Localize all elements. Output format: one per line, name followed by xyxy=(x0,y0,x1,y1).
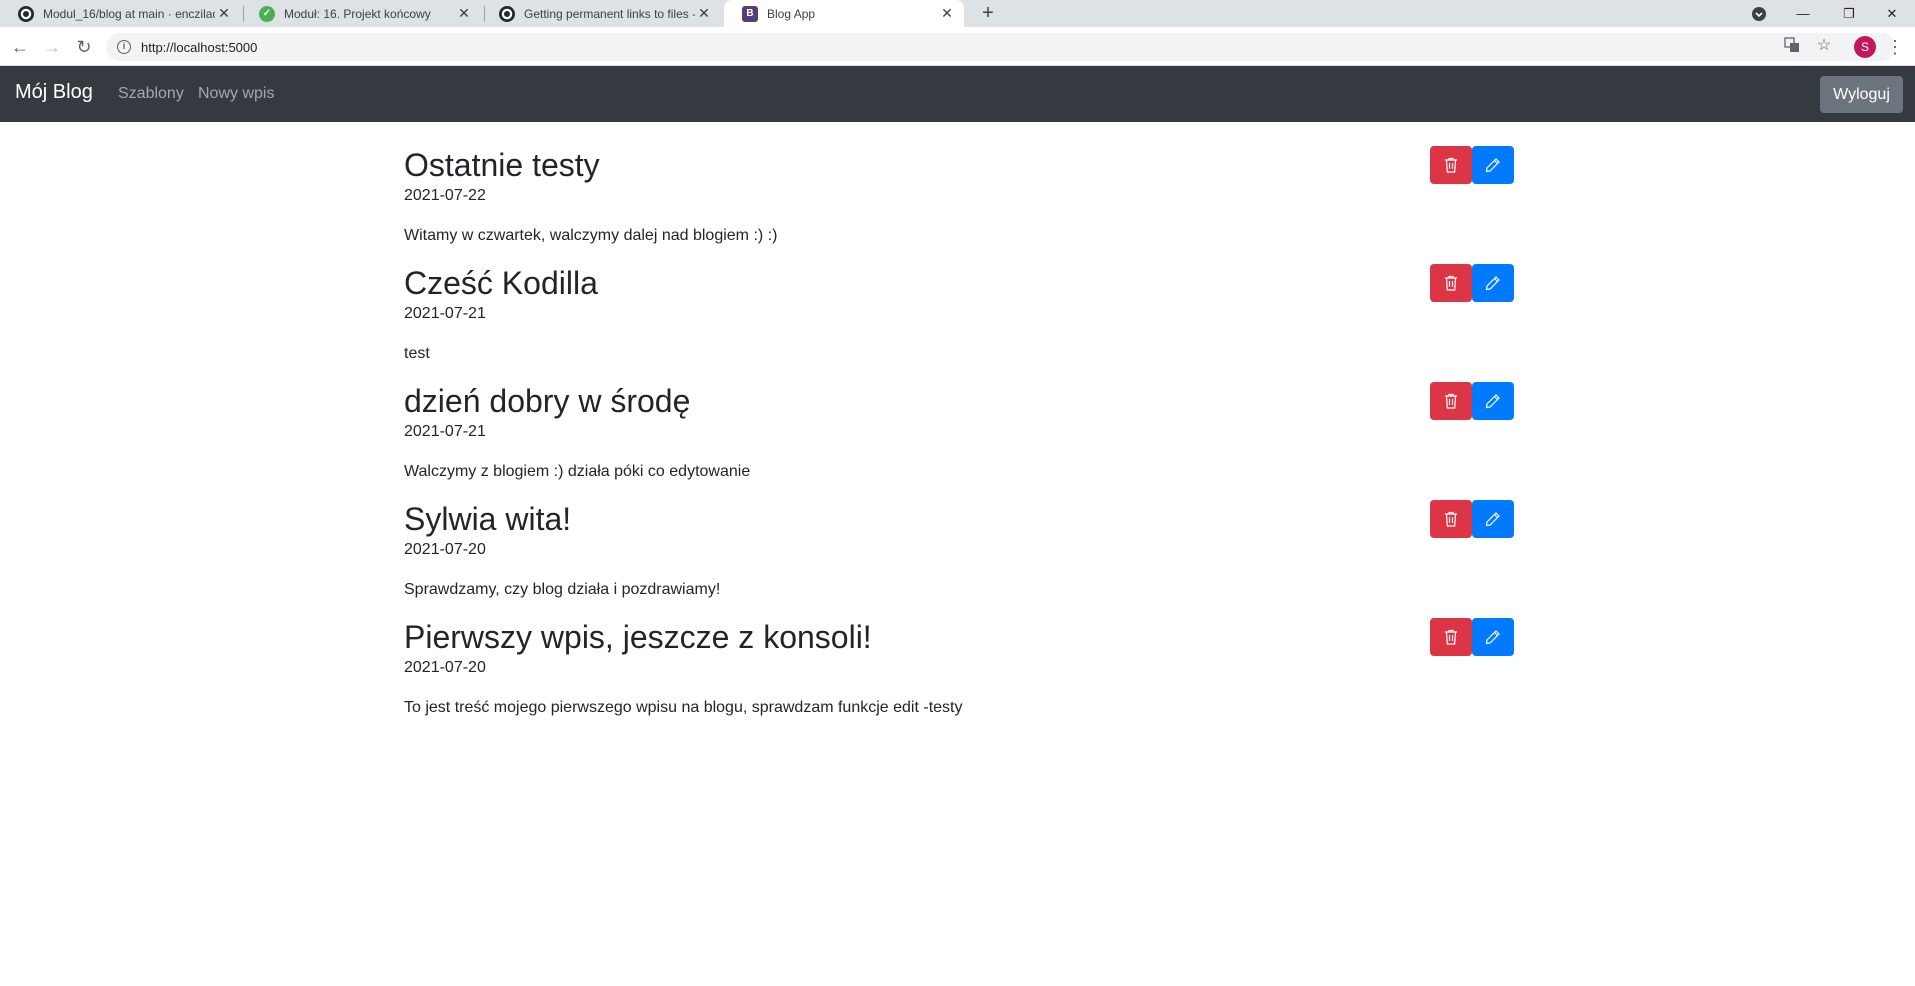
post-title: Cześć Kodilla xyxy=(404,265,598,301)
trash-icon xyxy=(1445,393,1457,409)
browser-tab[interactable]: Getting permanent links to files - ✕ xyxy=(481,0,721,27)
post-body: To jest treść mojego pierwszego wpisu na… xyxy=(404,699,963,716)
forward-icon[interactable]: → xyxy=(40,35,64,59)
browser-tab-active[interactable]: B Blog App ✕ xyxy=(724,0,964,27)
new-tab-button[interactable]: + xyxy=(975,0,1001,27)
close-window-icon[interactable]: ✕ xyxy=(1869,0,1915,27)
post-list: Ostatnie testy 2021-07-22 Witamy w czwar… xyxy=(404,122,1514,716)
info-icon[interactable]: i xyxy=(117,40,131,54)
post-title: Ostatnie testy xyxy=(404,147,600,183)
edit-button[interactable] xyxy=(1472,382,1514,420)
tab-title: Getting permanent links to files - xyxy=(524,6,695,21)
pencil-icon xyxy=(1485,630,1500,645)
post-item: Ostatnie testy 2021-07-22 Witamy w czwar… xyxy=(404,122,1514,244)
menu-kebab-icon[interactable]: ⋮ xyxy=(1886,35,1904,59)
navbar-brand[interactable]: Mój Blog xyxy=(15,81,93,104)
browser-tab[interactable]: ✓ Moduł: 16. Projekt końcowy ✕ xyxy=(241,0,481,27)
back-icon[interactable]: ← xyxy=(8,35,32,59)
close-icon[interactable]: ✕ xyxy=(455,5,473,22)
tab-title: Blog App xyxy=(767,6,816,21)
delete-button[interactable] xyxy=(1430,382,1472,420)
address-bar[interactable]: i http://localhost:5000 xyxy=(106,33,1896,61)
post-item: Pierwszy wpis, jeszcze z konsoli! 2021-0… xyxy=(404,594,1514,716)
tab-title: Moduł: 16. Projekt końcowy xyxy=(284,6,431,21)
post-title: dzień dobry w środę xyxy=(404,383,691,419)
kodilla-icon: ✓ xyxy=(259,5,275,22)
post-title: Sylwia wita! xyxy=(404,501,572,537)
browser-toolbar: ← → ↻ i http://localhost:5000 ☆ S ⋮ xyxy=(0,27,1915,66)
tab-title: Modul_16/blog at main · enczilac xyxy=(43,6,215,21)
close-icon[interactable]: ✕ xyxy=(695,5,713,22)
trash-icon xyxy=(1445,275,1457,291)
delete-button[interactable] xyxy=(1430,500,1472,538)
pencil-icon xyxy=(1485,276,1500,291)
bookmark-star-icon[interactable]: ☆ xyxy=(1813,34,1835,56)
edit-button[interactable] xyxy=(1472,618,1514,656)
tab-search-icon[interactable] xyxy=(1736,0,1782,27)
close-icon[interactable]: ✕ xyxy=(938,5,956,22)
delete-button[interactable] xyxy=(1430,618,1472,656)
bootstrap-icon: B xyxy=(742,5,758,22)
post-date: 2021-07-22 xyxy=(404,187,486,204)
translate-icon[interactable] xyxy=(1781,34,1803,56)
pencil-icon xyxy=(1485,512,1500,527)
post-date: 2021-07-20 xyxy=(404,659,486,676)
delete-button[interactable] xyxy=(1430,264,1472,302)
github-icon xyxy=(499,5,515,22)
nav-link-szablony[interactable]: Szablony xyxy=(118,85,184,103)
edit-button[interactable] xyxy=(1472,264,1514,302)
profile-avatar[interactable]: S xyxy=(1854,36,1876,58)
edit-button[interactable] xyxy=(1472,500,1514,538)
trash-icon xyxy=(1445,511,1457,527)
post-title: Pierwszy wpis, jeszcze z konsoli! xyxy=(404,619,872,655)
post-date: 2021-07-20 xyxy=(404,541,486,558)
post-item: dzień dobry w środę 2021-07-21 Walczymy … xyxy=(404,358,1514,480)
minimize-icon[interactable]: — xyxy=(1780,0,1826,27)
browser-tab[interactable]: Modul_16/blog at main · enczilac ✕ xyxy=(0,0,241,27)
reload-icon[interactable]: ↻ xyxy=(72,35,96,59)
logout-button[interactable]: Wyloguj xyxy=(1820,76,1903,113)
github-icon xyxy=(18,5,34,22)
trash-icon xyxy=(1445,629,1457,645)
post-item: Cześć Kodilla 2021-07-21 test xyxy=(404,240,1514,362)
browser-tab-strip: Modul_16/blog at main · enczilac ✕ ✓ Mod… xyxy=(0,0,1915,27)
post-date: 2021-07-21 xyxy=(404,305,486,322)
close-icon[interactable]: ✕ xyxy=(215,5,233,22)
edit-button[interactable] xyxy=(1472,146,1514,184)
pencil-icon xyxy=(1485,394,1500,409)
app-navbar: Mój Blog Szablony Nowy wpis Wyloguj xyxy=(0,66,1915,122)
trash-icon xyxy=(1445,157,1457,173)
delete-button[interactable] xyxy=(1430,146,1472,184)
nav-link-nowy-wpis[interactable]: Nowy wpis xyxy=(198,85,274,103)
pencil-icon xyxy=(1485,158,1500,173)
post-item: Sylwia wita! 2021-07-20 Sprawdzamy, czy … xyxy=(404,476,1514,598)
post-date: 2021-07-21 xyxy=(404,423,486,440)
restore-icon[interactable]: ❐ xyxy=(1826,0,1872,27)
url-text[interactable]: http://localhost:5000 xyxy=(141,40,257,55)
